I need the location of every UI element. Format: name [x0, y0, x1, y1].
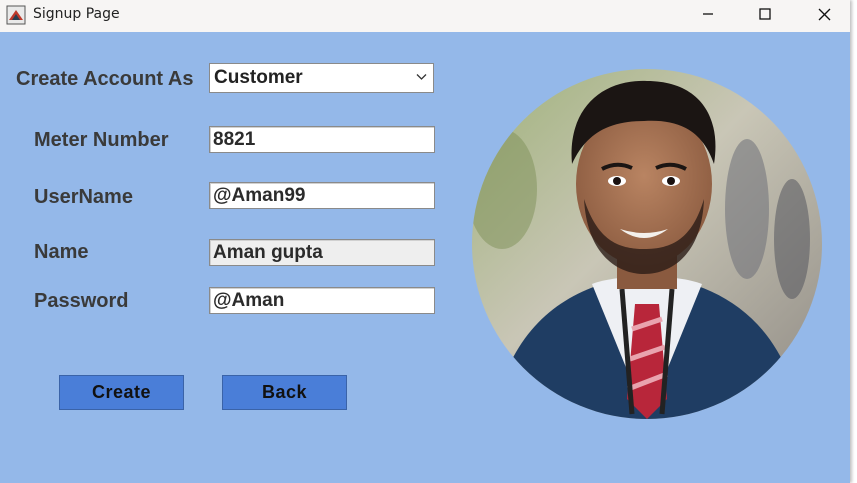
minimize-button[interactable] [684, 0, 732, 28]
title-bar: Signup Page [0, 0, 850, 32]
minimize-icon [703, 13, 713, 15]
meter-number-label: Meter Number [34, 129, 169, 151]
maximize-button[interactable] [741, 0, 789, 28]
meter-number-field[interactable]: 8821 [209, 126, 435, 153]
username-field[interactable]: @Aman99 [209, 182, 435, 209]
profile-photo [472, 69, 822, 419]
create-button[interactable]: Create [59, 375, 184, 410]
name-field[interactable]: Aman gupta [209, 239, 435, 266]
account-type-value: Customer [214, 67, 303, 88]
app-icon [6, 5, 26, 25]
name-label: Name [34, 241, 89, 263]
profile-photo-image [472, 69, 822, 419]
username-label: UserName [34, 186, 133, 208]
maximize-icon [759, 8, 771, 20]
password-field[interactable]: @Aman [209, 287, 435, 314]
account-type-select[interactable]: Customer [209, 63, 434, 93]
signup-window: Signup Page Create Account As Customer M… [0, 0, 850, 483]
password-label: Password [34, 290, 129, 312]
account-type-label: Create Account As [16, 68, 194, 90]
window-title: Signup Page [33, 6, 120, 22]
chevron-down-icon [416, 74, 427, 80]
close-icon [818, 8, 830, 20]
back-button[interactable]: Back [222, 375, 347, 410]
close-button[interactable] [800, 0, 848, 28]
